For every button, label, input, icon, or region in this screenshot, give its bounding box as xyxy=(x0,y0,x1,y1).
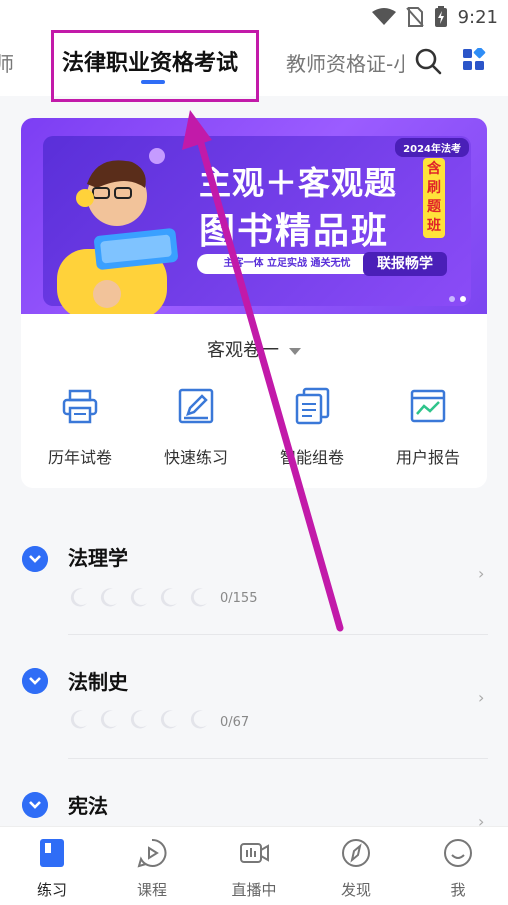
expand-chevron-icon[interactable] xyxy=(22,546,48,572)
banner-badge: 含刷题班 xyxy=(423,158,445,238)
moon-icon xyxy=(190,710,207,729)
status-bar: 9:21 xyxy=(0,0,508,34)
moon-icon xyxy=(160,588,177,607)
tool-label: 历年试卷 xyxy=(47,448,112,467)
compass-icon xyxy=(342,839,370,867)
carousel-dots xyxy=(449,296,466,302)
subject-title: 法理学 xyxy=(68,546,128,570)
status-time: 9:21 xyxy=(457,6,498,28)
tool-quick-practice[interactable]: 快速练习 xyxy=(141,386,251,468)
nav-label: 发现 xyxy=(340,881,371,899)
nav-label: 练习 xyxy=(36,881,67,899)
practice-card: 2024年法考 主观＋客观题 图书精品班 含刷题班 主客一体 立足实战 通关无忧… xyxy=(21,118,487,488)
divider xyxy=(68,758,488,759)
subject-count: 0/67 xyxy=(220,715,250,730)
nav-practice[interactable]: 练习 xyxy=(12,837,92,900)
mascot-illustration xyxy=(57,148,178,314)
nav-discover[interactable]: 发现 xyxy=(316,837,396,900)
banner-slogan: 主客一体 立足实战 通关无忧 xyxy=(197,254,377,274)
banner-subheadline: 图书精品班 xyxy=(199,211,390,252)
tool-label: 智能组卷 xyxy=(279,448,344,467)
banner-headline: 主观＋客观题 xyxy=(199,164,398,202)
edit-icon xyxy=(178,388,214,424)
nav-label: 我 xyxy=(450,881,466,899)
tool-label: 快速练习 xyxy=(163,448,228,467)
tool-user-report[interactable]: 用户报告 xyxy=(373,386,483,468)
smile-icon xyxy=(444,839,472,867)
tab-previous[interactable]: 师 xyxy=(0,48,14,77)
expand-chevron-icon[interactable] xyxy=(22,668,48,694)
live-video-icon xyxy=(240,843,269,863)
subject-count: 0/155 xyxy=(220,591,258,606)
nav-label: 直播中 xyxy=(231,881,277,899)
paper-selector[interactable]: 客观卷一 xyxy=(21,336,487,362)
promo-banner[interactable]: 2024年法考 主观＋客观题 图书精品班 含刷题班 主客一体 立足实战 通关无忧… xyxy=(21,118,487,314)
moon-icon xyxy=(70,588,87,607)
nav-live[interactable]: 直播中 xyxy=(214,837,294,900)
subject-title: 宪法 xyxy=(68,794,108,818)
expand-chevron-icon[interactable] xyxy=(22,792,48,818)
category-grid-icon[interactable] xyxy=(462,48,486,72)
nav-label: 课程 xyxy=(136,881,167,899)
tool-smart-paper[interactable]: 智能组卷 xyxy=(257,386,367,468)
moon-icon xyxy=(100,588,117,607)
progress-moons xyxy=(68,586,210,608)
chart-report-icon xyxy=(410,389,446,423)
banner-tag: 2024年法考 xyxy=(395,138,469,157)
divider xyxy=(68,634,488,635)
subject-title: 法制史 xyxy=(68,670,128,694)
annotation-highlight-box xyxy=(51,30,259,102)
moon-icon xyxy=(190,588,207,607)
wifi-icon xyxy=(371,8,396,25)
tool-row: 历年试卷 快速练习 智能组卷 用户报告 xyxy=(21,386,487,468)
chevron-right-icon[interactable]: › xyxy=(478,564,484,583)
moon-icon xyxy=(70,710,87,729)
nav-courses[interactable]: 课程 xyxy=(112,837,192,900)
progress-moons xyxy=(68,708,210,730)
moon-icon xyxy=(100,710,117,729)
moon-icon xyxy=(130,588,147,607)
book-icon xyxy=(40,839,64,867)
nav-me[interactable]: 我 xyxy=(418,837,498,900)
no-sim-icon xyxy=(405,7,424,27)
chevron-right-icon[interactable]: › xyxy=(478,688,484,707)
tool-label: 用户报告 xyxy=(395,448,460,467)
moon-icon xyxy=(130,710,147,729)
tab-teacher-qualification[interactable]: 教师资格证-小 xyxy=(286,48,404,77)
banner-cta[interactable]: 联报畅学 xyxy=(363,252,447,276)
bottom-nav: 练习 课程 直播中 发现 我 xyxy=(0,826,508,905)
tool-past-papers[interactable]: 历年试卷 xyxy=(25,386,135,468)
moon-icon xyxy=(160,710,177,729)
play-icon xyxy=(137,838,167,868)
battery-charging-icon xyxy=(434,6,447,27)
paper-selector-label: 客观卷一 xyxy=(207,340,279,361)
documents-icon xyxy=(295,387,330,425)
search-icon[interactable] xyxy=(414,47,442,75)
dropdown-caret-icon xyxy=(289,347,301,355)
printer-icon xyxy=(62,389,98,424)
